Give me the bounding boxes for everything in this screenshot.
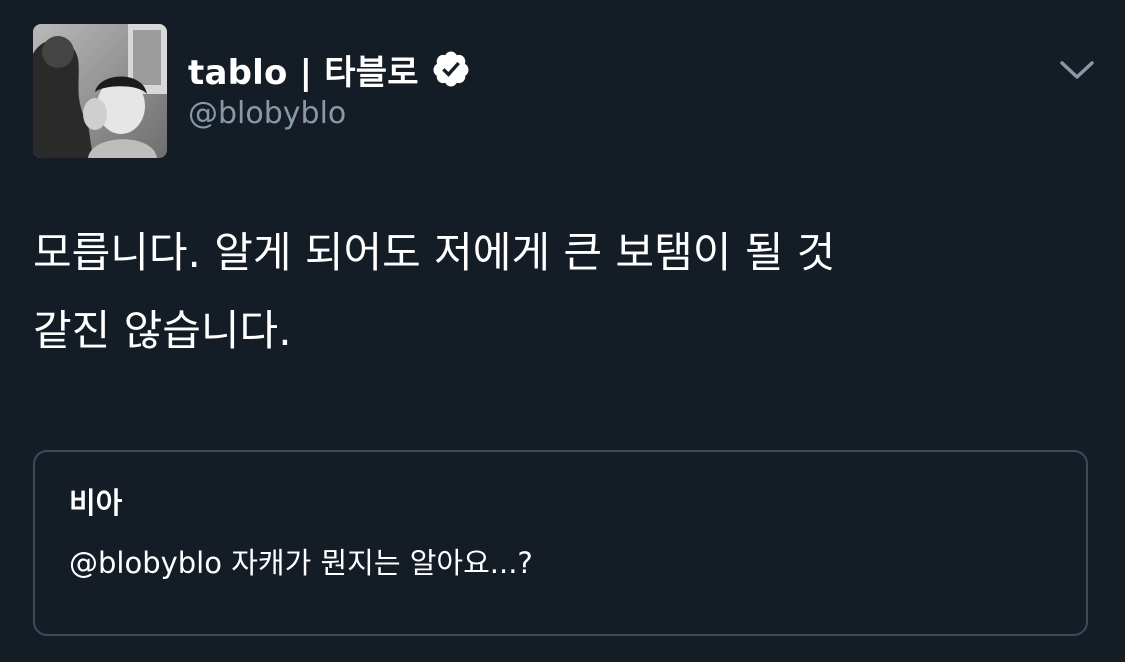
profile-photo-image xyxy=(33,24,167,158)
tweet: tablo | 타블로 @blobyblo 모릅니다. 알게 되어도 저에게 큰… xyxy=(0,0,1125,662)
verified-badge-icon xyxy=(431,49,471,89)
chevron-down-icon[interactable] xyxy=(1059,58,1095,82)
username-handle[interactable]: @blobyblo xyxy=(188,96,471,131)
quoted-tweet-text: @blobyblo 자캐가 뭔지는 알아요...? xyxy=(69,546,533,580)
quoted-tweet-author: 비아 xyxy=(69,486,123,520)
avatar[interactable] xyxy=(33,24,167,158)
tweet-header: tablo | 타블로 @blobyblo xyxy=(188,46,471,131)
display-name[interactable]: tablo | 타블로 xyxy=(188,45,419,94)
quoted-tweet-card[interactable]: 비아 @blobyblo 자캐가 뭔지는 알아요...? xyxy=(33,450,1088,636)
name-row: tablo | 타블로 xyxy=(188,45,471,94)
tweet-text: 모릅니다. 알게 되어도 저에게 큰 보탬이 될 것 같진 않습니다. xyxy=(33,228,836,355)
